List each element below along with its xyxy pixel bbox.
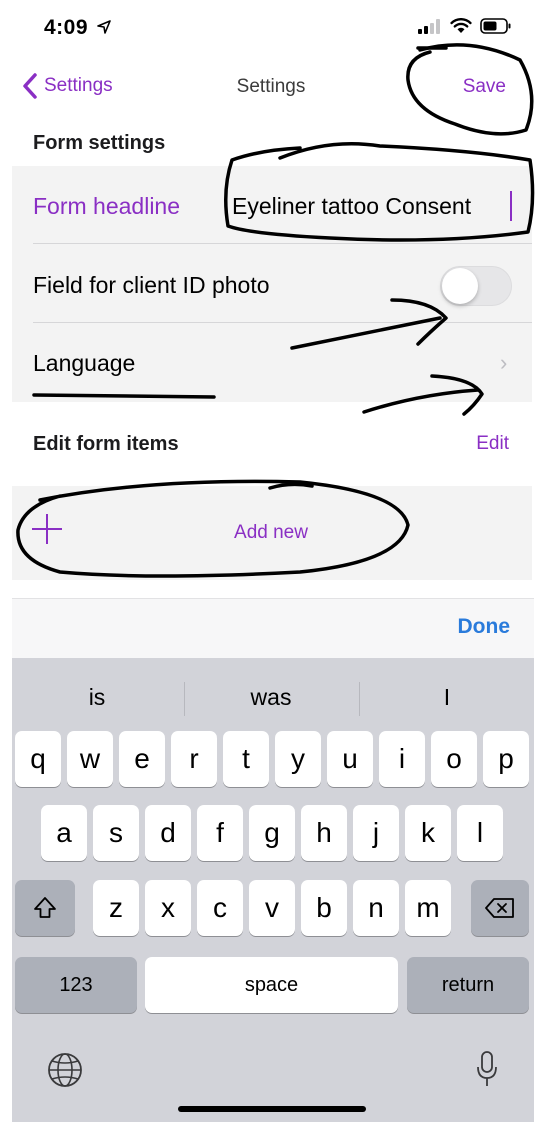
annotation-marks (16, 43, 535, 578)
